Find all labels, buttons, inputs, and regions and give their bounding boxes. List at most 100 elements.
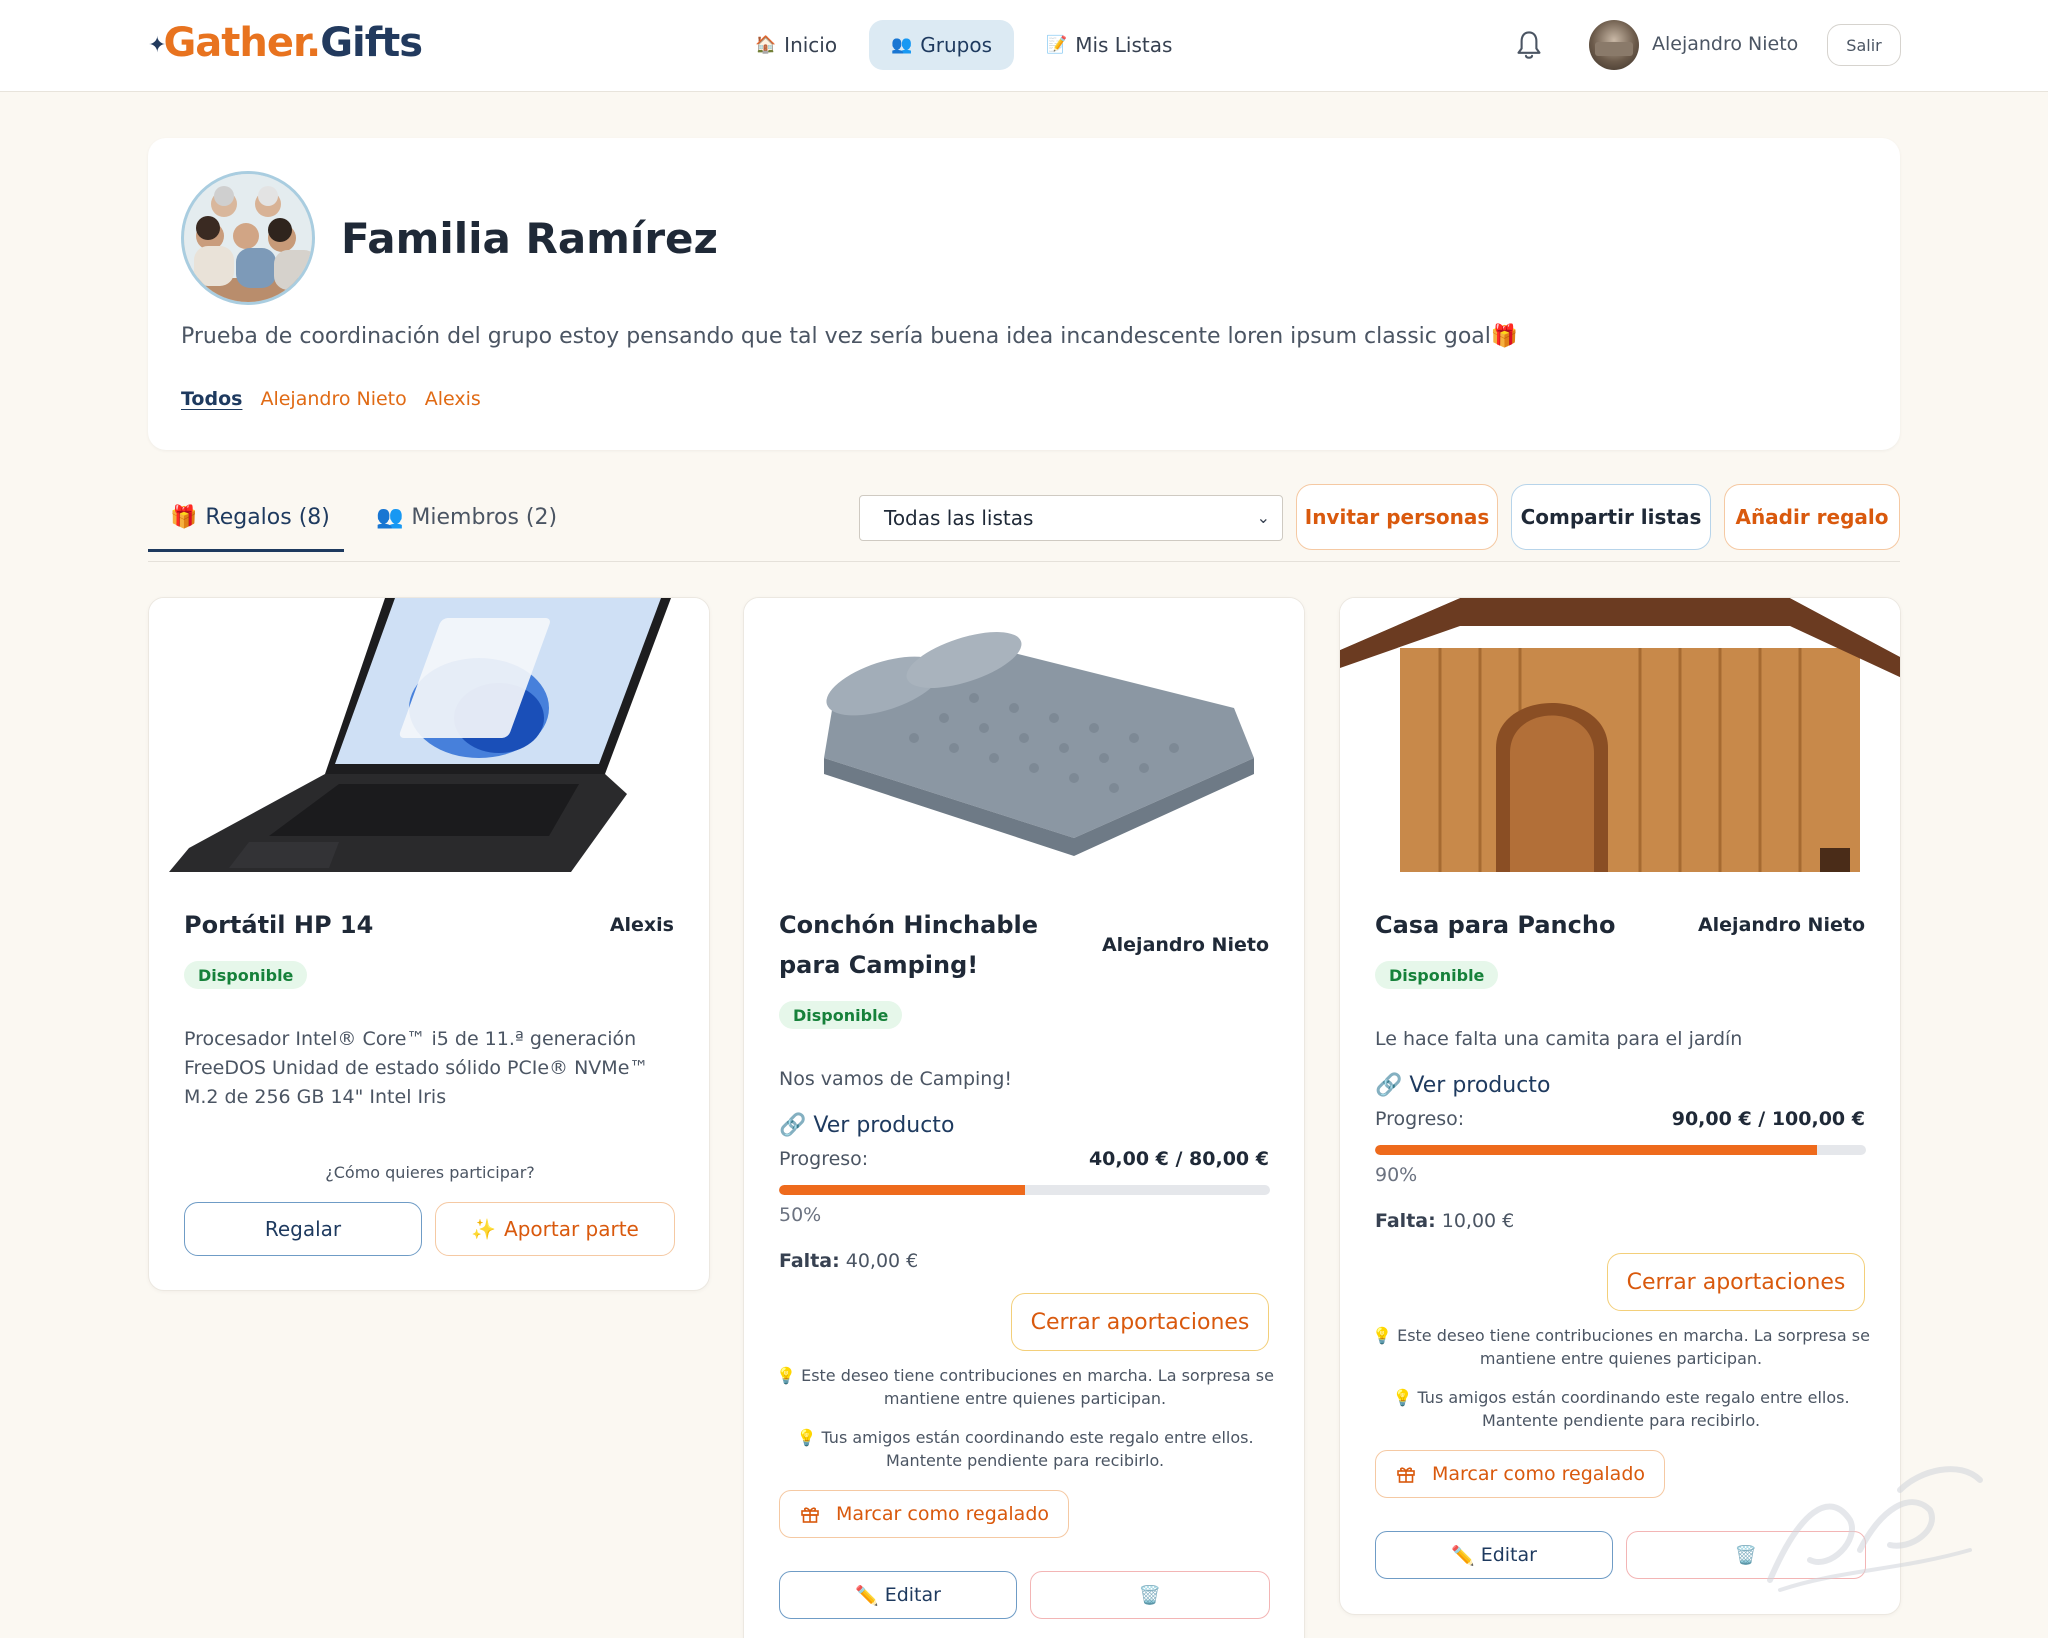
trash-icon: 🗑️ (1138, 1584, 1162, 1606)
gift-card: Conchón Hinchable para Camping! Alejandr… (743, 597, 1305, 1638)
nav-item-inicio[interactable]: 🏠 Inicio (733, 20, 859, 70)
invite-people-button[interactable]: Invitar personas (1296, 484, 1498, 550)
status-badge: Disponible (1375, 961, 1499, 989)
delete-button[interactable]: 🗑️ (1030, 1571, 1270, 1619)
edit-button[interactable]: ✏️ Editar (1375, 1531, 1613, 1579)
progress-label: Progreso: (779, 1148, 869, 1170)
status-badge: Disponible (184, 961, 308, 989)
bell-icon[interactable] (1514, 30, 1544, 62)
chevron-down-icon: ⌄ (1256, 508, 1270, 527)
link-label: Ver producto (1409, 1073, 1551, 1098)
nav-item-label: Inicio (784, 33, 838, 57)
progress-percent: 50% (779, 1204, 822, 1226)
user-avatar[interactable] (1589, 20, 1639, 70)
gift-owner: Alejandro Nieto (1101, 934, 1269, 956)
gift-description: Le hace falta una camita para el jardín (1375, 1028, 1743, 1050)
edit-button[interactable]: ✏️ Editar (779, 1571, 1017, 1619)
coordination-note: 💡 Tus amigos están coordinando este rega… (1392, 1388, 1850, 1430)
people-icon: 👥 (376, 505, 404, 530)
contribute-button[interactable]: ✨ Aportar parte (435, 1202, 675, 1256)
link-icon: 🔗 (779, 1113, 807, 1138)
gift-owner: Alejandro Nieto (1697, 914, 1865, 936)
gift-image (744, 598, 1304, 872)
nav-item-mis-listas[interactable]: 📝 Mis Listas (1024, 20, 1194, 70)
main-nav: 🏠 Inicio 👥 Grupos 📝 Mis Listas (733, 20, 1194, 70)
gift-box-icon (1397, 1467, 1415, 1483)
tab-regalos[interactable]: 🎁 Regalos (8) (170, 505, 330, 530)
list-filter-select[interactable]: Todas las listas ⌄ (859, 495, 1283, 541)
filter-alejandro-nieto[interactable]: Alejandro Nieto (260, 388, 406, 410)
contribution-note: 💡 Este deseo tiene contribuciones en mar… (776, 1366, 1274, 1408)
status-badge: Disponible (779, 1001, 903, 1029)
tab-miembros[interactable]: 👥 Miembros (2) (376, 505, 557, 530)
memo-icon: 📝 (1046, 35, 1068, 55)
close-contributions-button[interactable]: Cerrar aportaciones (1011, 1293, 1269, 1351)
member-filters: Todos Alejandro Nieto Alexis (181, 388, 481, 410)
view-product-link[interactable]: 🔗 Ver producto (779, 1113, 954, 1138)
group-avatar (181, 171, 315, 305)
user-name[interactable]: Alejandro Nieto (1652, 33, 1798, 55)
share-lists-button[interactable]: Compartir listas (1511, 484, 1711, 550)
tab-label: Miembros (2) (411, 505, 558, 530)
coordination-note: 💡 Tus amigos están coordinando este rega… (796, 1428, 1254, 1470)
edit-label: Editar (1480, 1544, 1537, 1566)
app-logo[interactable]: ✦Gather.Gifts (148, 20, 423, 66)
mark-as-gifted-button[interactable]: Marcar como regalado (1375, 1450, 1665, 1498)
logout-button[interactable]: Salir (1827, 24, 1901, 66)
edit-label: Editar (884, 1584, 941, 1606)
filter-alexis[interactable]: Alexis (425, 388, 481, 410)
contribution-note: 💡 Este deseo tiene contribuciones en mar… (1372, 1326, 1870, 1368)
give-gift-button[interactable]: Regalar (184, 1202, 422, 1256)
mark-label: Marcar como regalado (836, 1503, 1050, 1525)
tabs-divider (148, 561, 1900, 562)
progress-value: 40,00 € / 80,00 € (1088, 1148, 1269, 1170)
add-gift-button[interactable]: Añadir regalo (1724, 484, 1900, 550)
gift-image (1340, 598, 1900, 872)
progress-bar (1375, 1145, 1866, 1155)
participate-prompt: ¿Cómo quieres participar? (325, 1163, 535, 1182)
gift-box-icon (801, 1507, 819, 1523)
view-product-link[interactable]: 🔗 Ver producto (1375, 1073, 1550, 1098)
missing-amount: Falta: 10,00 € (1375, 1210, 1515, 1232)
nav-item-label: Grupos (920, 33, 993, 57)
gift-card: Portátil HP 14 Alexis Disponible Procesa… (148, 597, 710, 1291)
pencil-icon: ✏️ (1451, 1544, 1475, 1567)
progress-fill (779, 1185, 1025, 1195)
sparkles-icon: ✨ (471, 1217, 497, 1241)
gift-title: Conchón Hinchable para Camping! (779, 911, 1039, 979)
progress-percent: 90% (1375, 1164, 1418, 1186)
missing-amount: Falta: 40,00 € (779, 1250, 919, 1272)
progress-value: 90,00 € / 100,00 € (1671, 1108, 1865, 1130)
link-icon: 🔗 (1375, 1073, 1403, 1098)
nav-item-label: Mis Listas (1075, 33, 1173, 57)
people-icon: 👥 (891, 35, 913, 55)
gift-title: Portátil HP 14 (184, 911, 374, 939)
gift-image (149, 598, 709, 872)
tab-label: Regalos (8) (205, 505, 330, 530)
mark-label: Marcar como regalado (1432, 1463, 1646, 1485)
top-navigation-bar: ✦Gather.Gifts 🏠 Inicio 👥 Grupos 📝 Mis Li… (0, 0, 2048, 92)
group-title: Familia Ramírez (341, 214, 718, 263)
home-icon: 🏠 (755, 35, 777, 55)
filter-todos[interactable]: Todos (181, 388, 242, 410)
progress-fill (1375, 1145, 1817, 1155)
pencil-icon: ✏️ (855, 1584, 879, 1607)
nav-item-grupos[interactable]: 👥 Grupos (869, 20, 1015, 70)
group-header-card: Familia Ramírez Prueba de coordinación d… (148, 138, 1900, 450)
group-description: Prueba de coordinación del grupo estoy p… (181, 324, 1519, 349)
contribute-label: Aportar parte (504, 1217, 639, 1241)
select-value: Todas las listas (884, 506, 1034, 530)
gift-description: Procesador Intel® Core™ i5 de 11.ª gener… (184, 1028, 649, 1108)
progress-bar (779, 1185, 1270, 1195)
mark-as-gifted-button[interactable]: Marcar como regalado (779, 1490, 1069, 1538)
watermark-signature (1767, 1466, 1983, 1592)
link-label: Ver producto (813, 1113, 955, 1138)
gift-icon: 🎁 (170, 505, 198, 530)
sparkle-icon: ✦ (148, 33, 166, 58)
gift-description: Nos vamos de Camping! (779, 1068, 1013, 1090)
progress-label: Progreso: (1375, 1108, 1465, 1130)
gift-owner: Alexis (609, 914, 674, 936)
active-tab-indicator (148, 549, 344, 552)
gift-title: Casa para Pancho (1375, 911, 1616, 939)
close-contributions-button[interactable]: Cerrar aportaciones (1607, 1253, 1865, 1311)
